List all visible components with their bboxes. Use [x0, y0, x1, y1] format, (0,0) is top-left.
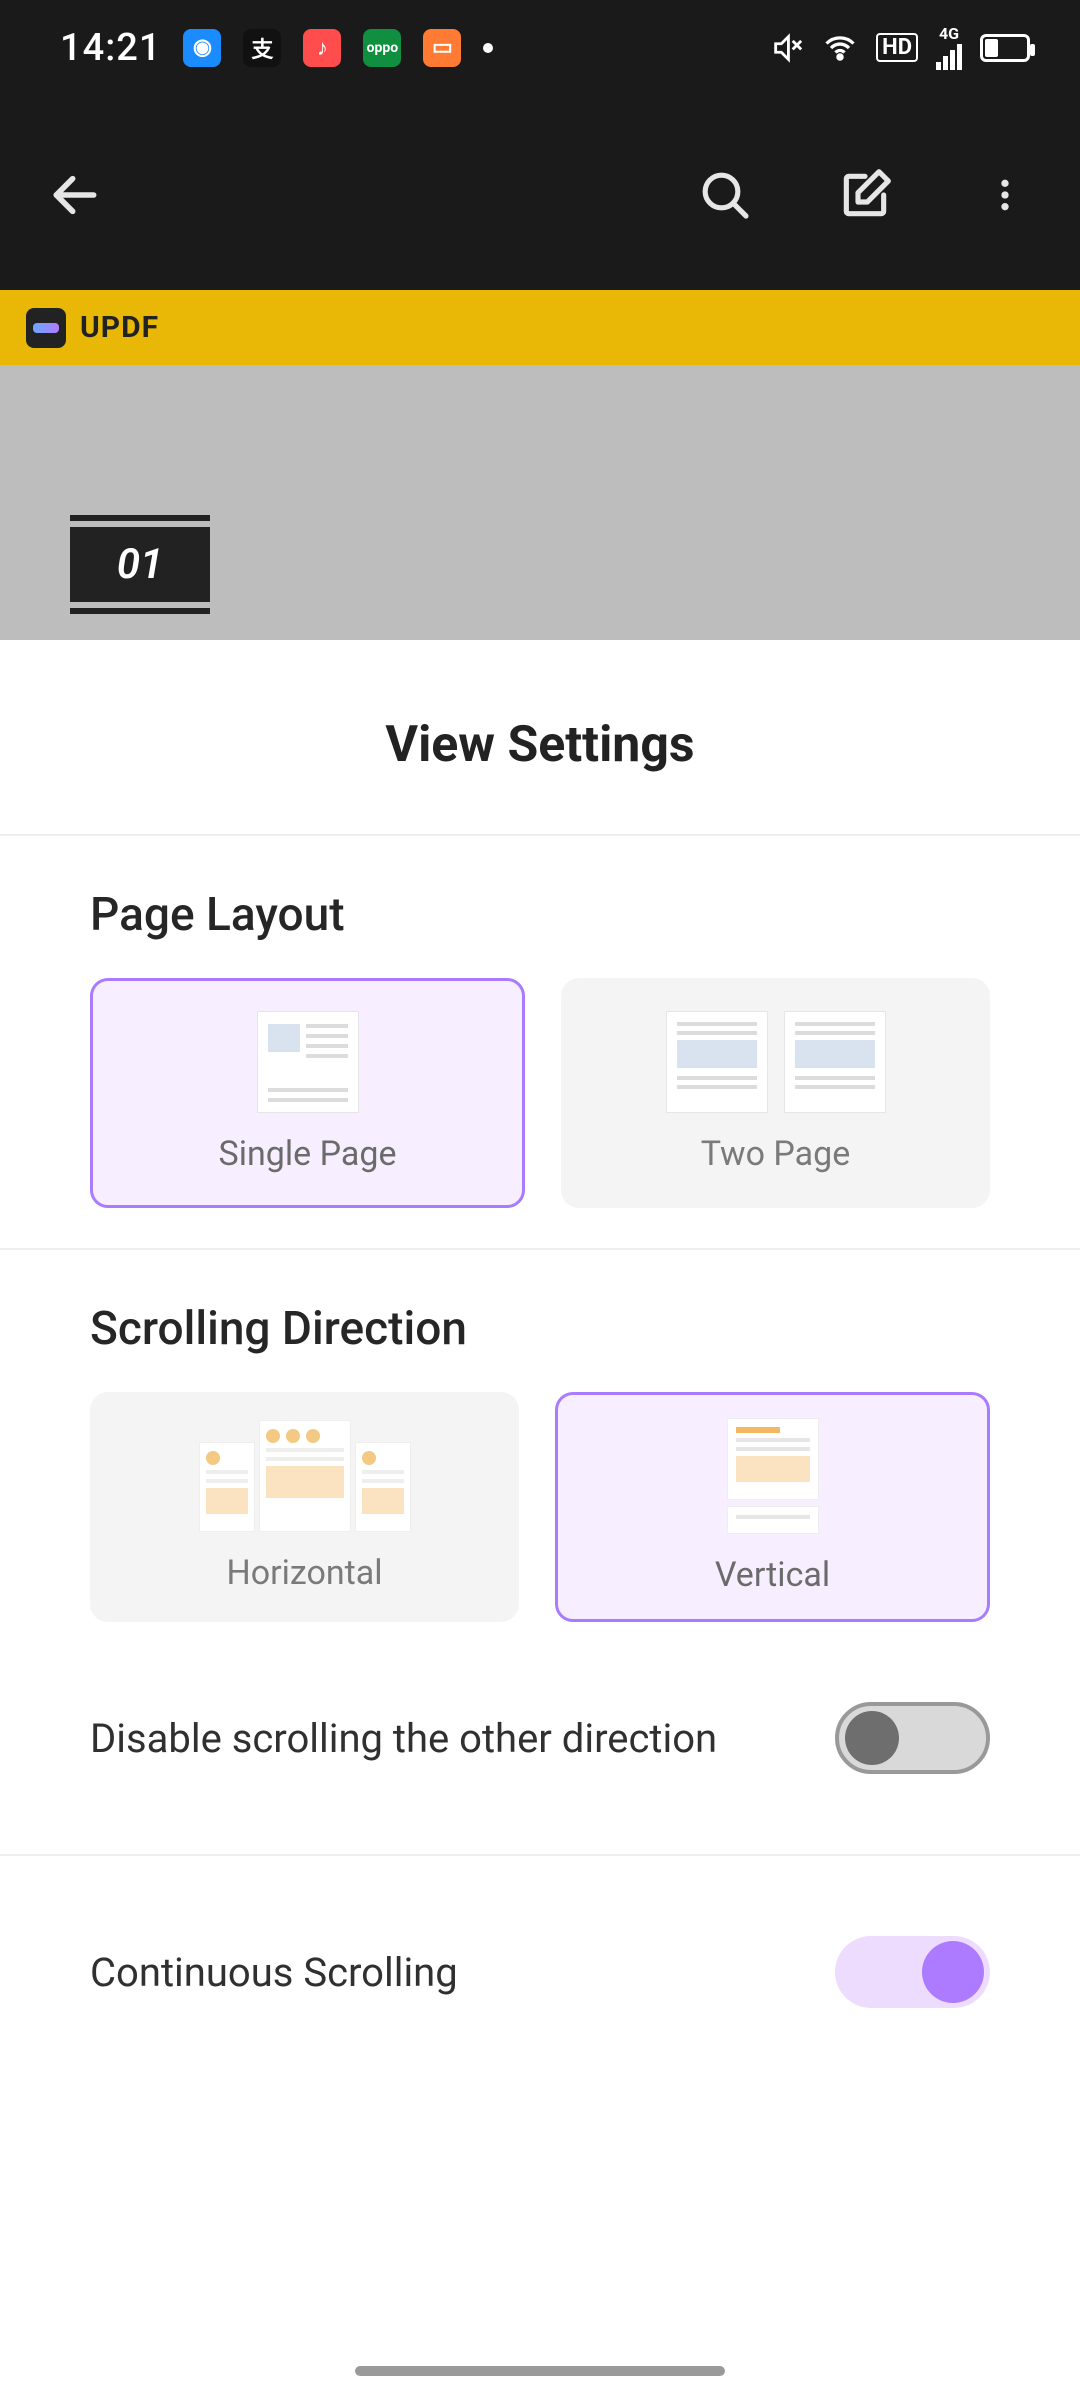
status-app-icon: ▭ — [423, 29, 461, 67]
wifi-icon — [822, 30, 858, 66]
more-button[interactable] — [970, 160, 1040, 230]
app-bar — [0, 95, 1080, 295]
scroll-vertical[interactable]: Vertical — [555, 1392, 990, 1622]
status-app-icon: oppo — [363, 29, 401, 67]
disable-other-direction-toggle[interactable] — [835, 1702, 990, 1774]
vertical-preview-icon — [728, 1419, 818, 1533]
signal-icon — [936, 42, 962, 70]
view-settings-sheet: View Settings Page Layout Single Page Tw… — [0, 640, 1080, 2400]
edit-button[interactable] — [830, 160, 900, 230]
mute-icon — [770, 31, 804, 65]
page-layout-single[interactable]: Single Page — [90, 978, 525, 1208]
page-thumbnail: 01 — [70, 515, 210, 614]
section-heading: Page Layout — [90, 888, 990, 942]
app-banner: UPDF — [0, 290, 1080, 365]
page-layout-two[interactable]: Two Page — [561, 978, 990, 1208]
network-label: 4G — [939, 26, 959, 42]
scrolling-direction-section: Scrolling Direction Horizontal Vertical — [0, 1250, 1080, 1622]
scroll-horizontal[interactable]: Horizontal — [90, 1392, 519, 1622]
option-label: Single Page — [219, 1134, 397, 1174]
horizontal-preview-icon — [200, 1421, 410, 1531]
battery-icon — [980, 34, 1030, 62]
home-indicator[interactable] — [355, 2366, 725, 2376]
single-page-preview-icon — [258, 1012, 358, 1112]
option-label: Horizontal — [226, 1553, 382, 1593]
app-name: UPDF — [80, 310, 159, 345]
two-page-preview-icon — [667, 1012, 885, 1112]
sheet-title: View Settings — [0, 640, 1080, 834]
status-bar: 14:21 ◉ 支 ♪ oppo ▭ HD 4G — [0, 0, 1080, 95]
toggle-label: Disable scrolling the other direction — [90, 1715, 717, 1762]
toggle-label: Continuous Scrolling — [90, 1949, 458, 1996]
document-background: UPDF 01 — [0, 290, 1080, 640]
app-logo-icon — [26, 308, 66, 348]
disable-other-direction-row: Disable scrolling the other direction — [0, 1622, 1080, 1834]
search-button[interactable] — [690, 160, 760, 230]
status-app-icon: ◉ — [183, 29, 221, 67]
hd-icon: HD — [876, 33, 918, 62]
status-app-icon: 支 — [243, 29, 281, 67]
status-time: 14:21 — [60, 26, 161, 70]
section-heading: Scrolling Direction — [90, 1302, 990, 1356]
page-layout-section: Page Layout Single Page Two Page — [0, 836, 1080, 1208]
option-label: Vertical — [715, 1555, 830, 1595]
status-dot-icon — [483, 43, 493, 53]
continuous-scrolling-toggle[interactable] — [835, 1936, 990, 2008]
option-label: Two Page — [701, 1134, 851, 1174]
page-number: 01 — [70, 527, 210, 602]
continuous-scrolling-row: Continuous Scrolling — [0, 1856, 1080, 2068]
status-app-icon: ♪ — [303, 29, 341, 67]
back-button[interactable] — [40, 160, 110, 230]
